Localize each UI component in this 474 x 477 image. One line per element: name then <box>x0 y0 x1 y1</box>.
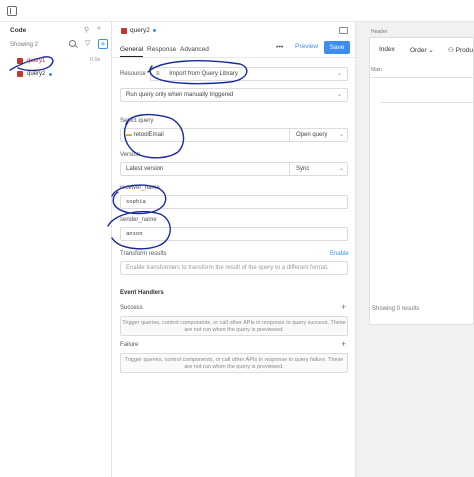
query-item-query2[interactable]: query2 <box>17 69 53 79</box>
folder-icon: ▬ <box>126 132 132 138</box>
more-options-icon[interactable]: ••• <box>276 44 283 51</box>
add-success-handler-icon[interactable]: + <box>341 302 346 312</box>
resource-select[interactable]: ≡ Import from Query Library ⌄ <box>150 67 348 81</box>
success-label: Success <box>120 305 143 311</box>
query-name: query2 <box>27 71 46 77</box>
transform-label: Transform results <box>120 251 167 257</box>
select-query-field[interactable]: ▬ retoolEmail Open query ⌄ <box>120 128 348 142</box>
transform-placeholder: Enable transformers to transform the res… <box>126 265 329 271</box>
sync-select[interactable]: Sync ⌄ <box>289 163 349 175</box>
search-icon[interactable] <box>69 40 76 47</box>
editor-query-title[interactable]: query2 <box>121 27 156 34</box>
main-frame-label: Main <box>371 67 382 73</box>
open-query-select[interactable]: Open query ⌄ <box>289 129 349 141</box>
trigger-value: Run query only when manually triggered <box>126 92 234 98</box>
chevron-down-icon: ⌄ <box>338 132 344 138</box>
table-component[interactable] <box>380 83 474 103</box>
showing-count: Showing 2 <box>10 42 39 48</box>
query-icon <box>17 58 23 64</box>
panel-menu-icon[interactable] <box>339 27 348 34</box>
receiver-input[interactable]: sophia <box>120 195 348 209</box>
event-handlers-title: Event Handlers <box>120 290 164 296</box>
enable-transform-link[interactable]: Enable <box>330 251 349 257</box>
query-icon <box>121 27 127 34</box>
showing-results-text: Showing 0 results <box>372 306 420 312</box>
failure-label: Failure <box>120 342 139 348</box>
code-panel: Code ⚲ « Showing 2 ▽ + query1 0.9s query… <box>3 22 112 477</box>
nav-index[interactable]: Index <box>379 46 395 53</box>
tab-general[interactable]: General <box>120 46 144 57</box>
query-editor: query2 General Response Advanced ••• Pre… <box>112 22 356 477</box>
code-panel-title: Code <box>10 27 27 34</box>
canvas-main-frame[interactable] <box>369 77 474 325</box>
save-button[interactable]: Save <box>324 41 350 54</box>
add-query-button[interactable]: + <box>98 39 108 49</box>
filter-icon[interactable]: ▽ <box>85 39 90 47</box>
sender-value: anson <box>126 231 143 237</box>
success-handler-box: Trigger queries, control components, or … <box>120 316 348 336</box>
add-failure-handler-icon[interactable]: + <box>341 339 346 349</box>
chevron-down-icon: ⌄ <box>338 166 344 172</box>
query-time: 0.9s <box>90 57 101 63</box>
unsaved-dot-icon <box>152 29 156 32</box>
trigger-select[interactable]: Run query only when manually triggered ⌄ <box>120 88 348 102</box>
nav-produ[interactable]: ⚇ Produ <box>448 46 473 54</box>
resource-icon: ≡ <box>156 71 160 77</box>
sync-label: Sync <box>296 166 310 172</box>
sender-label: sender_name <box>120 217 157 223</box>
tab-response[interactable]: Response <box>147 46 176 53</box>
chevron-down-icon: ⌄ <box>336 71 342 77</box>
editor-tabs: General Response Advanced <box>112 42 356 58</box>
version-field[interactable]: Latest version Sync ⌄ <box>120 162 348 176</box>
query-name: query1 <box>27 58 46 64</box>
query-item-query1[interactable]: query1 <box>17 56 45 66</box>
open-query-label: Open query <box>296 132 328 138</box>
resource-value: Import from Query Library <box>169 71 238 77</box>
nav-produ-label: Produ <box>455 47 473 54</box>
nav-order[interactable]: Order ⌄ <box>410 46 434 54</box>
tab-advanced[interactable]: Advanced <box>180 46 209 53</box>
query-icon <box>17 71 23 77</box>
header-frame-label: Header <box>371 29 388 35</box>
pin-icon[interactable]: ⚲ <box>84 26 89 34</box>
chevron-down-icon: ⌄ <box>336 92 342 98</box>
unsaved-dot-icon <box>49 72 53 76</box>
app-canvas: Header Index Order ⌄ ⚇ Produ Main Showin… <box>356 22 474 477</box>
select-query-value: retoolEmail <box>133 132 164 138</box>
resource-label: Resource <box>120 71 146 77</box>
sidebar-toggle-icon[interactable] <box>7 6 17 16</box>
nav-order-label: Order <box>410 47 427 54</box>
select-query-label: Select query <box>120 118 154 124</box>
collapse-icon[interactable]: « <box>97 25 101 32</box>
editor-query-name: query2 <box>130 27 150 34</box>
failure-handler-box: Trigger queries, control components, or … <box>120 353 348 373</box>
product-icon: ⚇ <box>448 47 454 54</box>
preview-button[interactable]: Preview <box>295 43 318 50</box>
top-bar <box>0 0 474 22</box>
version-label: Version <box>120 152 141 158</box>
receiver-label: receiver_name <box>120 185 160 191</box>
editor-header: query2 <box>112 22 356 38</box>
version-value: Latest version <box>126 166 164 172</box>
sender-input[interactable]: anson <box>120 227 348 241</box>
receiver-value: sophia <box>126 199 146 205</box>
transform-input[interactable]: Enable transformers to transform the res… <box>120 261 348 275</box>
